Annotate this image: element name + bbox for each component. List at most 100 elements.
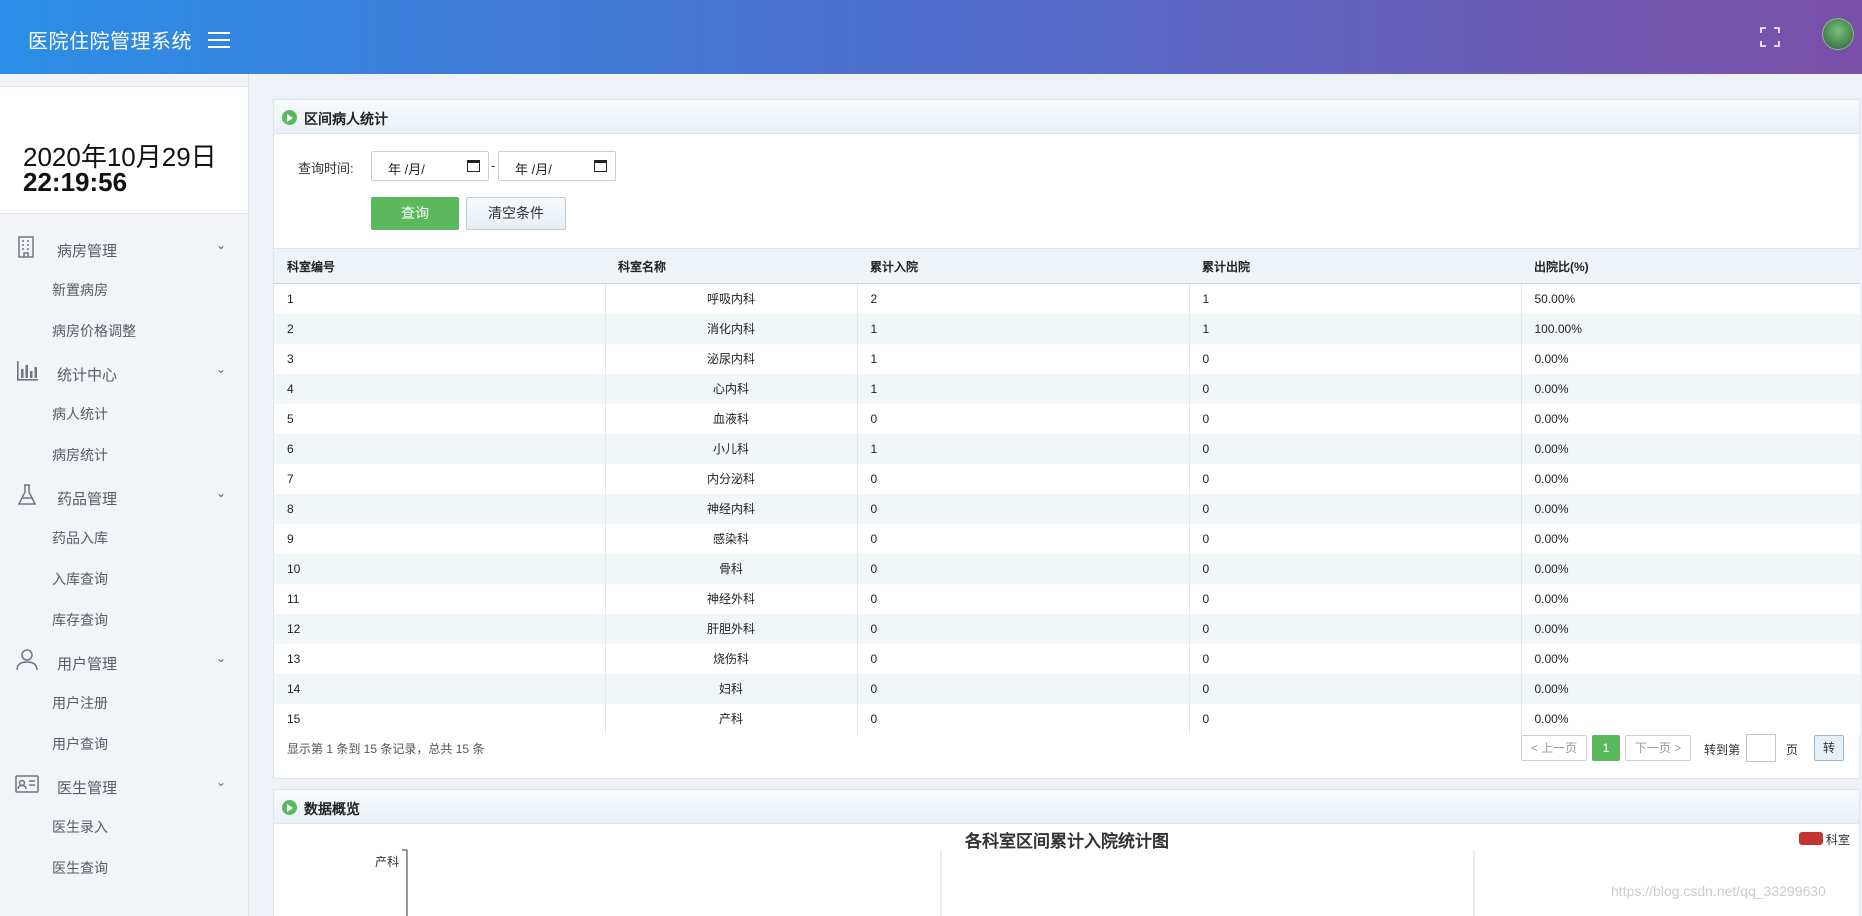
page-unit-label: 页 — [1786, 743, 1799, 757]
sidebar-nav: 病房管理 ⌄ 新置病房 病房价格调整 统计中心 ⌄ 病人统计 病房统计 药品管理… — [0, 226, 248, 887]
table-cell: 0 — [856, 523, 1189, 554]
date-placeholder: 年 /月/ — [515, 162, 552, 177]
table-row[interactable]: 6 小儿科 1 0 0.00% — [274, 433, 1860, 464]
prev-page-button[interactable]: < 上一页 — [1521, 735, 1587, 761]
hamburger-icon[interactable] — [208, 32, 230, 50]
column-header[interactable]: 累计出院 — [1189, 248, 1521, 284]
start-date-input[interactable]: 年 /月/ — [371, 151, 489, 181]
table-cell: 0 — [856, 583, 1189, 614]
legend-swatch[interactable] — [1799, 832, 1823, 845]
table-cell: 1 — [856, 433, 1189, 464]
table-cell: 0 — [1188, 403, 1521, 434]
table-cell: 0 — [1188, 433, 1521, 464]
table-cell: 烧伤科 — [604, 643, 857, 674]
table-cell: 0 — [1188, 673, 1521, 704]
table-cell: 神经外科 — [604, 583, 857, 614]
table-cell: 0.00% — [1520, 703, 1860, 734]
query-button[interactable]: 查询 — [371, 197, 459, 230]
chevron-down-icon: ⌄ — [216, 775, 227, 789]
flask-icon — [15, 484, 39, 506]
sidebar-group-user[interactable]: 用户管理 ⌄ — [0, 639, 248, 681]
table-cell: 小儿科 — [604, 433, 857, 464]
sidebar-group-label: 统计中心 — [57, 367, 118, 384]
table-cell: 1 — [1188, 313, 1521, 344]
sidebar-item-ward-price[interactable]: 病房价格调整 — [0, 309, 248, 350]
column-header[interactable]: 累计入院 — [857, 248, 1189, 284]
sidebar-item-stock-query[interactable]: 库存查询 — [0, 598, 248, 639]
next-page-button[interactable]: 下一页 > — [1625, 735, 1691, 761]
panel-title: 区间病人统计 — [304, 111, 388, 127]
column-header[interactable]: 出院比(%) — [1521, 248, 1860, 284]
stats-panel-header: 区间病人统计 — [274, 100, 1859, 134]
fullscreen-icon[interactable] — [1760, 27, 1780, 47]
table-row[interactable]: 3 泌尿内科 1 0 0.00% — [274, 343, 1860, 374]
table-row[interactable]: 8 神经内科 0 0 0.00% — [274, 493, 1860, 524]
table-cell: 0 — [856, 403, 1189, 434]
table-cell: 5 — [274, 403, 605, 434]
table-cell: 0.00% — [1520, 523, 1860, 554]
table-cell: 妇科 — [604, 673, 857, 704]
goto-page-input[interactable] — [1746, 734, 1776, 762]
sidebar-item-doctor-entry[interactable]: 医生录入 — [0, 805, 248, 846]
bar-chart-icon — [15, 360, 39, 382]
table-row[interactable]: 13 烧伤科 0 0 0.00% — [274, 643, 1860, 674]
calendar-icon[interactable] — [594, 160, 607, 172]
clock-time: 22:19:56 — [23, 167, 128, 197]
sidebar-item-drug-in-query[interactable]: 入库查询 — [0, 557, 248, 598]
avatar[interactable] — [1822, 18, 1854, 50]
table-cell: 2 — [856, 283, 1189, 314]
table-cell: 感染科 — [604, 523, 857, 554]
y-tick-label: 产科 — [375, 855, 399, 869]
sidebar-item-user-query[interactable]: 用户查询 — [0, 722, 248, 763]
table-row[interactable]: 5 血液科 0 0 0.00% — [274, 403, 1860, 434]
table-cell: 0.00% — [1520, 463, 1860, 494]
watermark: https://blog.csdn.net/qq_33299630 — [1611, 883, 1826, 899]
sidebar-group-drug[interactable]: 药品管理 ⌄ — [0, 474, 248, 516]
table-cell: 0.00% — [1520, 493, 1860, 524]
table-cell: 0.00% — [1520, 343, 1860, 374]
clear-conditions-button[interactable]: 清空条件 — [466, 197, 566, 230]
table-row[interactable]: 15 产科 0 0 0.00% — [274, 703, 1860, 734]
table-row[interactable]: 10 骨科 0 0 0.00% — [274, 553, 1860, 584]
current-page-button[interactable]: 1 — [1592, 735, 1620, 761]
table-row[interactable]: 2 消化内科 1 1 100.00% — [274, 313, 1860, 344]
table-cell: 血液科 — [604, 403, 857, 434]
column-header[interactable]: 科室名称 — [605, 248, 857, 284]
sidebar-item-doctor-query[interactable]: 医生查询 — [0, 846, 248, 887]
sidebar-group-ward[interactable]: 病房管理 ⌄ — [0, 226, 248, 268]
sidebar-group-doctor[interactable]: 医生管理 ⌄ — [0, 763, 248, 805]
table-row[interactable]: 14 妇科 0 0 0.00% — [274, 673, 1860, 704]
table-row[interactable]: 11 神经外科 0 0 0.00% — [274, 583, 1860, 614]
chevron-down-icon: ⌄ — [216, 362, 227, 376]
table-cell: 3 — [274, 343, 605, 374]
column-header[interactable]: 科室编号 — [274, 248, 605, 284]
table-cell: 1 — [856, 313, 1189, 344]
table-row[interactable]: 12 肝胆外科 0 0 0.00% — [274, 613, 1860, 644]
chevron-down-icon: ⌄ — [216, 651, 227, 665]
date-separator: - — [491, 158, 496, 173]
end-date-input[interactable]: 年 /月/ — [498, 151, 616, 181]
table-cell: 0 — [1188, 523, 1521, 554]
sidebar-item-drug-in[interactable]: 药品入库 — [0, 516, 248, 557]
table-cell: 0.00% — [1520, 403, 1860, 434]
table-row[interactable]: 1 呼吸内科 2 1 50.00% — [274, 283, 1860, 314]
user-icon — [15, 649, 39, 671]
table-row[interactable]: 7 内分泌科 0 0 0.00% — [274, 463, 1860, 494]
sidebar-item-new-ward[interactable]: 新置病房 — [0, 268, 248, 309]
goto-button[interactable]: 转 — [1814, 735, 1844, 761]
building-icon — [15, 236, 39, 258]
table-cell: 11 — [274, 583, 605, 614]
legend-label[interactable]: 科室 — [1826, 831, 1850, 848]
table-cell: 0 — [1188, 343, 1521, 374]
sidebar-item-user-register[interactable]: 用户注册 — [0, 681, 248, 722]
sidebar-item-ward-stats[interactable]: 病房统计 — [0, 433, 248, 474]
overview-panel-header: 数据概览 — [274, 790, 1859, 824]
stats-panel: 区间病人统计 查询时间: 年 /月/ - 年 /月/ 查询 清空条件 科室编号 … — [273, 99, 1860, 779]
sidebar-group-stats[interactable]: 统计中心 ⌄ — [0, 350, 248, 392]
sidebar-item-patient-stats[interactable]: 病人统计 — [0, 392, 248, 433]
table-row[interactable]: 4 心内科 1 0 0.00% — [274, 373, 1860, 404]
calendar-icon[interactable] — [467, 160, 480, 172]
table-cell: 0 — [856, 463, 1189, 494]
table-row[interactable]: 9 感染科 0 0 0.00% — [274, 523, 1860, 554]
table-cell: 9 — [274, 523, 605, 554]
